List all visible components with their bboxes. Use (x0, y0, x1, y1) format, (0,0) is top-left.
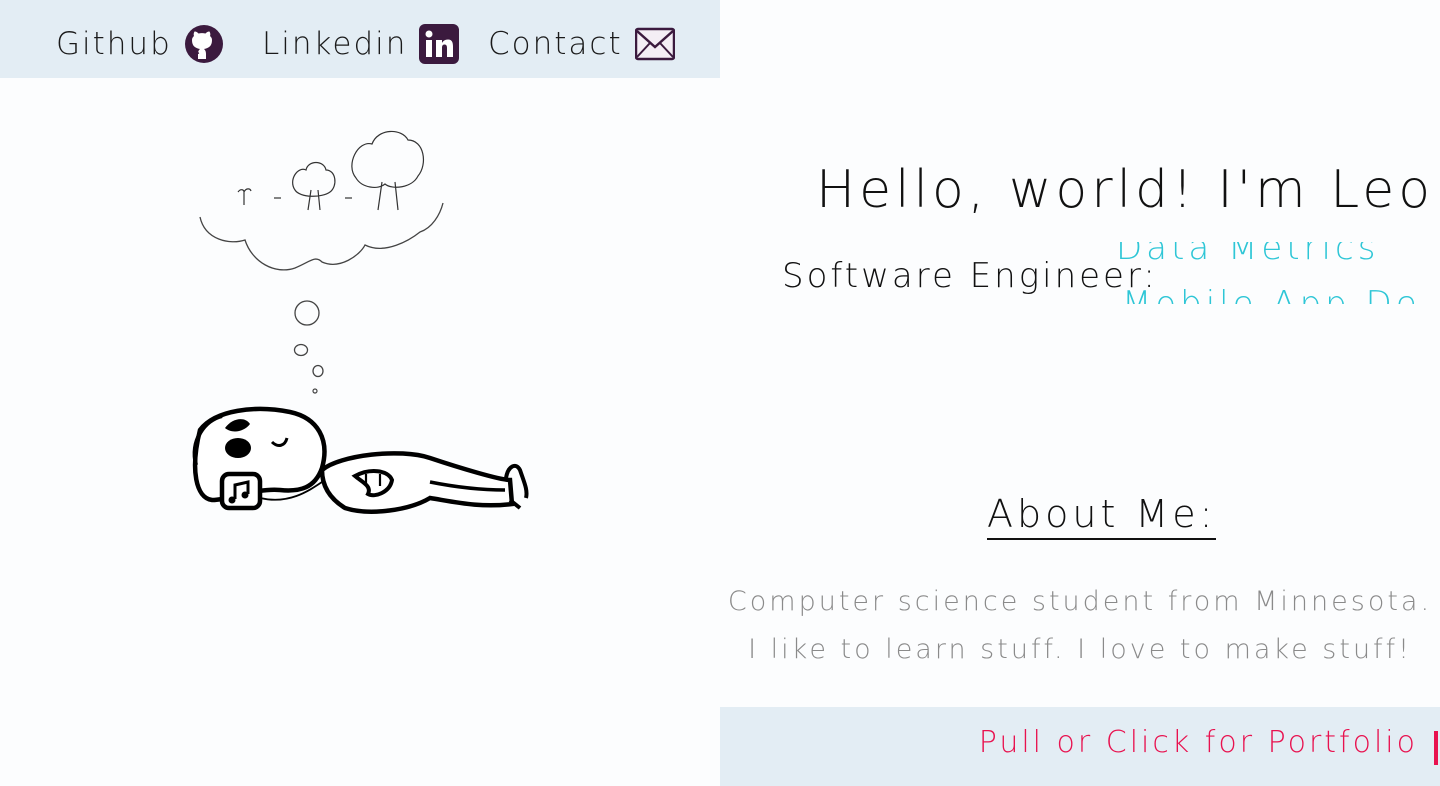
role-item: Data Metrics (1116, 242, 1380, 268)
linkedin-icon (419, 24, 460, 64)
about-title: About Me: (987, 492, 1217, 540)
hero-section: Hello, world! I'm Leo Software Engineer:… (720, 0, 1440, 470)
role-line: Software Engineer: Data Metrics Mobile A… (782, 242, 1422, 312)
top-nav: Github Linkedin Contact (0, 0, 720, 78)
about-text: Computer science student from Minnesota.… (720, 578, 1440, 674)
pull-handle[interactable] (1434, 731, 1438, 765)
nav-link-linkedin[interactable]: Linkedin (262, 24, 460, 64)
portfolio-bar: Pull or Click for Portfolio (720, 707, 1440, 786)
sleeping-person-illustration (192, 130, 529, 514)
mail-icon (634, 24, 675, 64)
about-line: Computer science student from Minnesota. (727, 586, 1433, 617)
role-ticker: Data Metrics Mobile App De (1116, 242, 1416, 304)
nav-link-github-label: Github (56, 26, 172, 62)
github-icon (184, 24, 224, 64)
role-item: Mobile App De (1122, 284, 1416, 304)
illustration-panel (0, 78, 720, 786)
nav-link-linkedin-label: Linkedin (262, 26, 408, 62)
portfolio-link[interactable]: Pull or Click for Portfolio (979, 725, 1418, 760)
hero-title: Hello, world! I'm Leo (816, 160, 1435, 220)
about-line: I like to learn stuff. I love to make st… (748, 634, 1412, 665)
role-label: Software Engineer: (782, 256, 1158, 296)
about-section: About Me: Computer science student from … (720, 470, 1440, 707)
nav-link-contact[interactable]: Contact (488, 24, 675, 64)
nav-link-github[interactable]: Github (56, 24, 224, 64)
nav-link-contact-label: Contact (488, 26, 623, 62)
